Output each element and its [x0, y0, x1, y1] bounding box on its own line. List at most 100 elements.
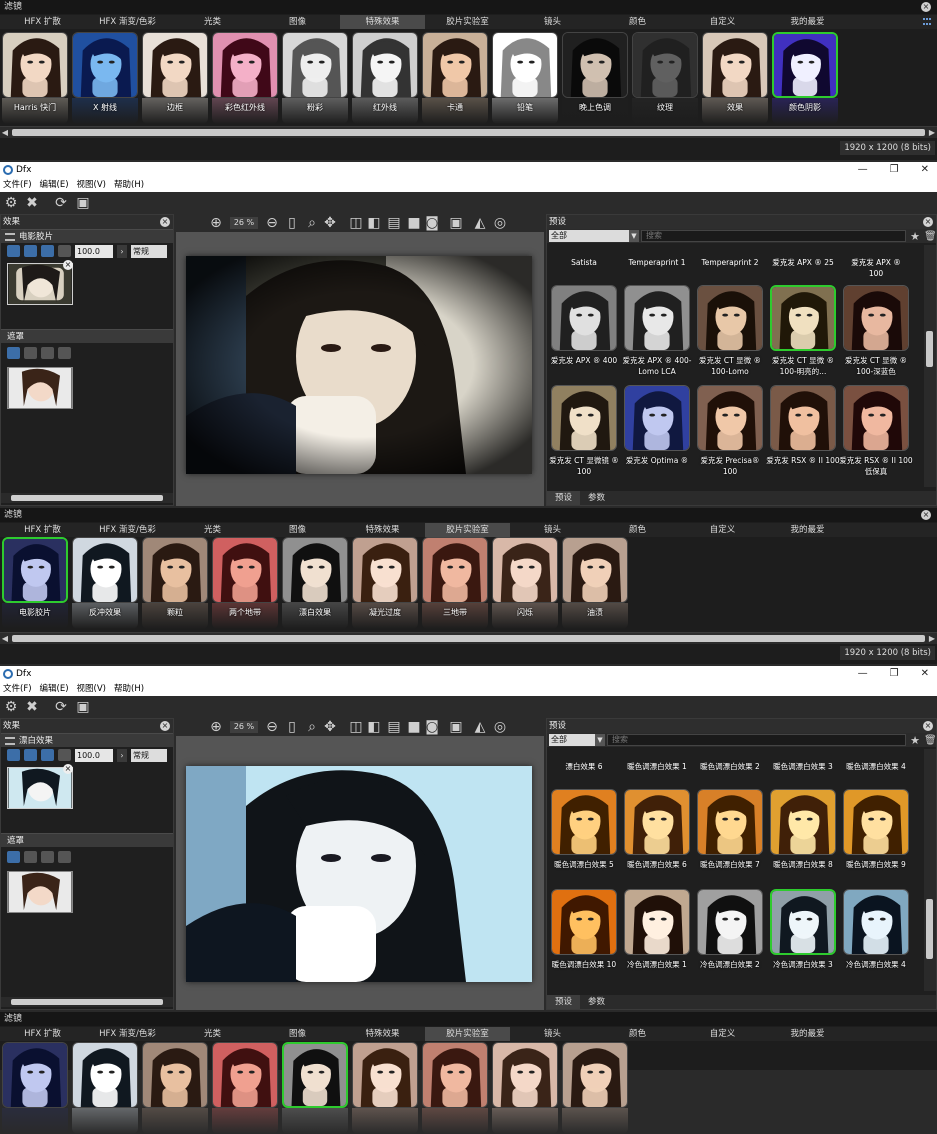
preset-item[interactable]: 爱克发 APX ® 400: [551, 285, 617, 381]
preset-label[interactable]: Temperaprint 1: [624, 257, 690, 281]
trash-icon[interactable]: 🗑: [924, 735, 937, 746]
filter-tab[interactable]: 特殊效果: [340, 523, 425, 537]
filter-tab[interactable]: HFX 扩散: [0, 1027, 85, 1041]
filter-tab[interactable]: 我的最爱: [765, 523, 850, 537]
loupe-icon[interactable]: ◎: [492, 215, 508, 231]
filter-tab[interactable]: 自定义: [680, 15, 765, 29]
fit-icon[interactable]: ▯: [284, 719, 300, 735]
preset-label[interactable]: 暖色调漂白效果 3: [770, 761, 836, 785]
zoom-out-icon[interactable]: ⊖: [264, 215, 280, 231]
preset-item[interactable]: 爱克发 RSX ® II 100: [766, 385, 840, 481]
edit-icon[interactable]: [7, 245, 20, 257]
monitor-icon[interactable]: [24, 851, 37, 863]
filter-thumbnail[interactable]: [212, 1042, 278, 1134]
menu-item[interactable]: 帮助(H): [114, 682, 144, 696]
filter-tab[interactable]: 光类: [170, 523, 255, 537]
filter-tab[interactable]: 图像: [255, 15, 340, 29]
filter-tab[interactable]: 胶片实验室: [425, 523, 510, 537]
zoom-field[interactable]: 26 %: [230, 721, 258, 733]
preset-item[interactable]: 暖色调漂白效果 7: [697, 789, 763, 885]
side-by-side-icon[interactable]: ◧: [366, 215, 382, 231]
filter-thumbnail[interactable]: 三地带: [422, 537, 488, 629]
preset-item[interactable]: 暖色调漂白效果 8: [770, 789, 836, 885]
horizontal-scrollbar[interactable]: ◀ ▶: [0, 632, 937, 644]
zoom-field[interactable]: 26 %: [230, 217, 258, 229]
edit-icon[interactable]: [7, 347, 20, 359]
filter-thumbnail[interactable]: 油渍: [562, 537, 628, 629]
filter-thumbnail[interactable]: 铅笔: [492, 32, 558, 124]
filter-thumbnail[interactable]: 颜色阴影: [772, 32, 838, 124]
filter-thumbnail[interactable]: [492, 1042, 558, 1134]
filter-thumbnail[interactable]: [422, 1042, 488, 1134]
filter-tab[interactable]: 自定义: [680, 523, 765, 537]
filter-thumbnail[interactable]: 凝光过度: [352, 537, 418, 629]
preset-item[interactable]: 暖色调漂白效果 9: [843, 789, 909, 885]
gear-icon[interactable]: ⚙: [3, 699, 19, 715]
horizontal-scrollbar[interactable]: ◀ ▶: [0, 126, 937, 138]
compare-icon[interactable]: ▣: [75, 195, 91, 211]
filter-tab[interactable]: 图像: [255, 1027, 340, 1041]
preset-item[interactable]: 冷色调漂白效果 4: [843, 889, 909, 985]
mask-icon[interactable]: [58, 749, 71, 761]
filter-thumbnail[interactable]: 电影胶片: [2, 537, 68, 629]
preset-item[interactable]: 暖色调漂白效果 5: [551, 789, 617, 885]
maximize-icon[interactable]: ❐: [890, 162, 899, 178]
filter-thumbnail[interactable]: 闪烁: [492, 537, 558, 629]
edit-icon[interactable]: [7, 749, 20, 761]
filter-thumbnail[interactable]: 两个地带: [212, 537, 278, 629]
stack-view-icon[interactable]: ▤: [386, 215, 402, 231]
effect-thumbnail[interactable]: [7, 767, 73, 809]
category-select[interactable]: 全部 ▼: [549, 230, 639, 242]
mask-thumbnail[interactable]: [7, 871, 73, 913]
histogram-icon[interactable]: ◭: [472, 719, 488, 735]
filter-tab[interactable]: HFX 渐变/色彩: [85, 15, 170, 29]
filter-thumbnail[interactable]: [142, 1042, 208, 1134]
preview-icon[interactable]: ▣: [448, 215, 464, 231]
filter-tab[interactable]: 镜头: [510, 1027, 595, 1041]
preset-item[interactable]: 爱克发 RSX ® II 100 低保真: [839, 385, 913, 481]
filter-thumbnail[interactable]: [282, 1042, 348, 1134]
loupe-icon[interactable]: ◎: [492, 719, 508, 735]
filter-thumbnail[interactable]: 晚上色调: [562, 32, 628, 124]
menu-item[interactable]: 视图(V): [77, 178, 106, 192]
monitor-icon[interactable]: [24, 245, 37, 257]
monitor-icon[interactable]: [24, 347, 37, 359]
close-icon[interactable]: ×: [923, 217, 933, 227]
filter-tab[interactable]: 镜头: [510, 523, 595, 537]
close-icon[interactable]: ×: [160, 217, 170, 227]
preset-item[interactable]: 爱克发 Precisa® 100: [697, 385, 763, 481]
preset-label[interactable]: 暖色调漂白效果 2: [697, 761, 763, 785]
blend-mode-select[interactable]: 常规: [131, 244, 167, 258]
pan-icon[interactable]: ✥: [322, 215, 338, 231]
filter-tab[interactable]: 颜色: [595, 1027, 680, 1041]
lightning-icon[interactable]: [41, 851, 54, 863]
filter-tab[interactable]: 特殊效果: [340, 15, 425, 29]
filter-tab[interactable]: 光类: [170, 15, 255, 29]
lightning-icon[interactable]: [41, 749, 54, 761]
panel-scrollbar[interactable]: [1, 493, 173, 503]
preset-item[interactable]: 爱克发 CT 显微镜 ® 100: [549, 385, 619, 481]
split-view-icon[interactable]: ◫: [348, 719, 364, 735]
star-icon[interactable]: ★: [908, 734, 922, 747]
filter-tab[interactable]: 自定义: [680, 1027, 765, 1041]
filter-thumbnail[interactable]: [2, 1042, 68, 1134]
magnifier-icon[interactable]: ⌕: [304, 719, 320, 735]
preset-label[interactable]: 爱克发 APX ® 25: [770, 257, 836, 281]
mask-icon[interactable]: [58, 851, 71, 863]
grid-view-icon[interactable]: [923, 18, 933, 26]
filter-thumbnail[interactable]: X 射线: [72, 32, 138, 124]
menu-item[interactable]: 文件(F): [3, 178, 32, 192]
single-view-icon[interactable]: ■: [406, 215, 422, 231]
menu-item[interactable]: 帮助(H): [114, 178, 144, 192]
delete-icon[interactable]: ✖: [24, 699, 40, 715]
filter-thumbnail[interactable]: Harris 快门: [2, 32, 68, 124]
filter-tab[interactable]: HFX 渐变/色彩: [85, 1027, 170, 1041]
preset-item[interactable]: 爱克发 CT 显微 ® 100-Lomo: [697, 285, 763, 381]
preset-item[interactable]: 爱克发 CT 显微 ® 100-深蓝色: [843, 285, 909, 381]
preset-label[interactable]: 爱克发 APX ® 100: [843, 257, 909, 281]
lightning-icon[interactable]: [41, 245, 54, 257]
camera-icon[interactable]: ◙: [424, 719, 440, 735]
monitor-icon[interactable]: [24, 749, 37, 761]
maximize-icon[interactable]: ❐: [890, 666, 899, 682]
filter-tab[interactable]: 胶片实验室: [425, 15, 510, 29]
